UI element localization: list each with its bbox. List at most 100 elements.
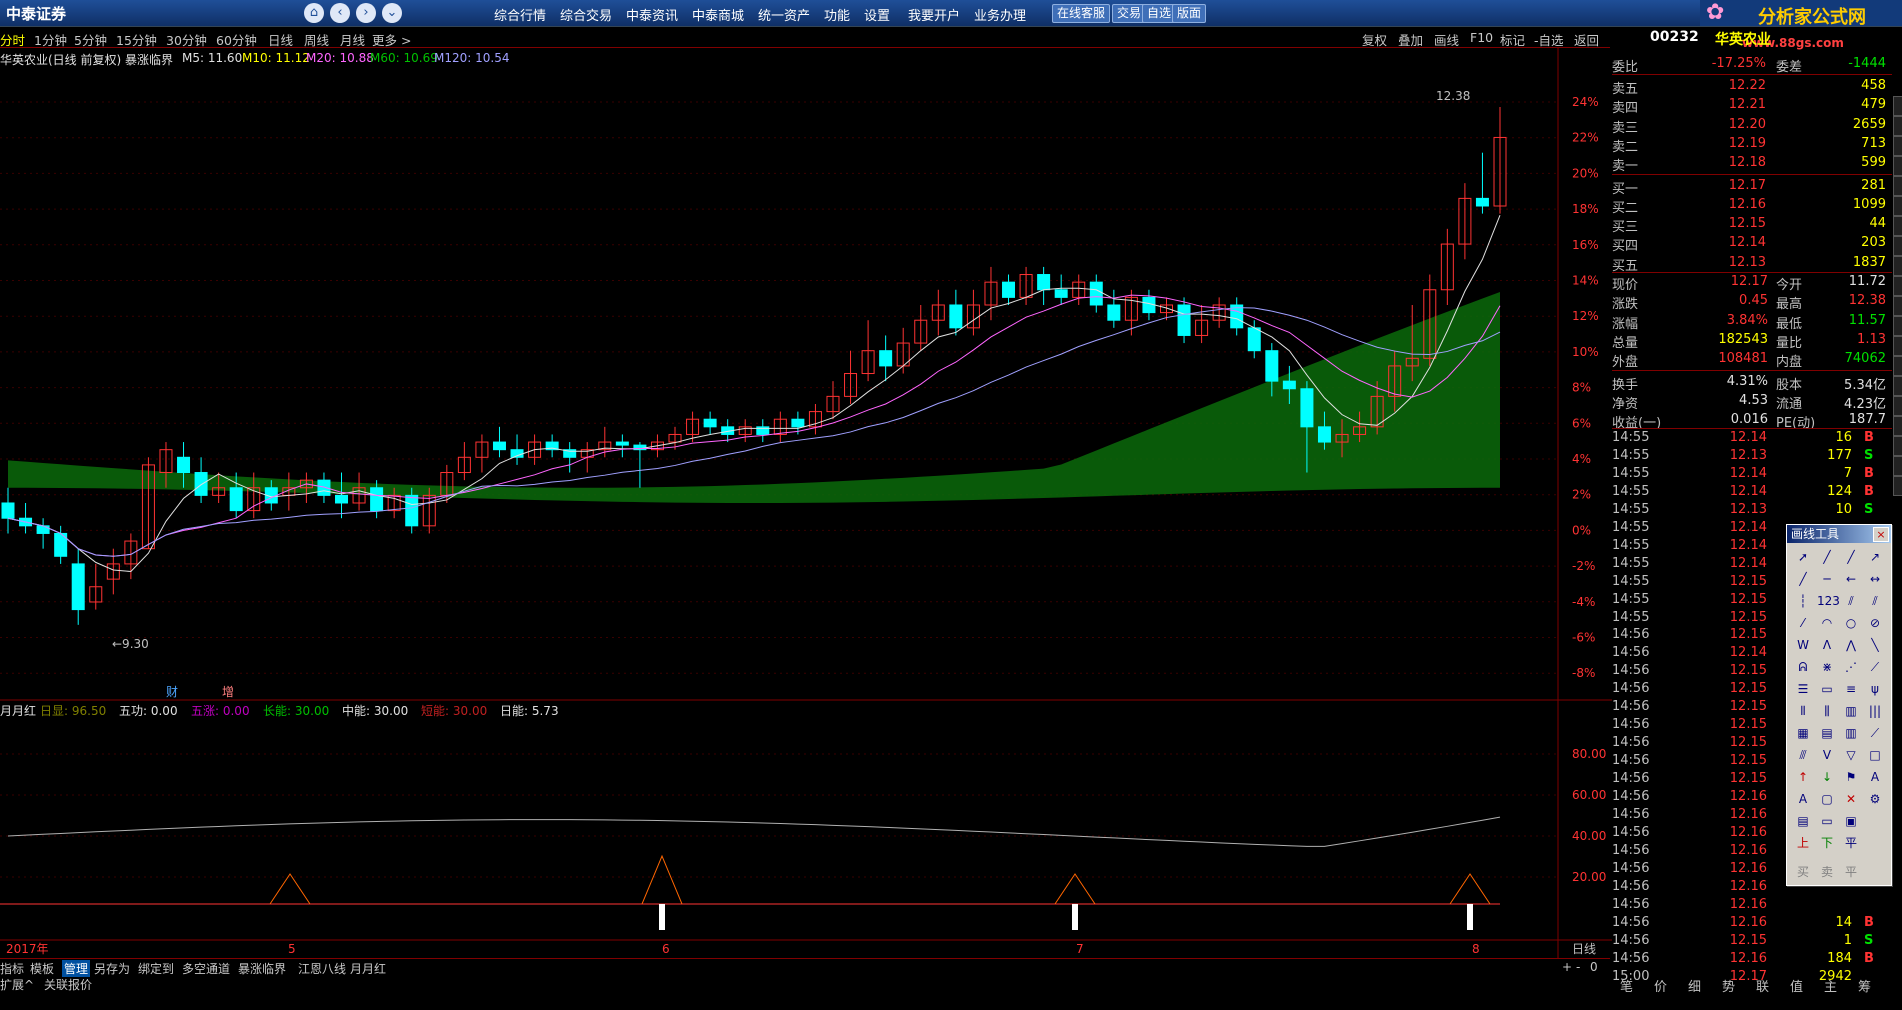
chart-tool-button[interactable]: 复权 xyxy=(1362,30,1387,49)
side-button[interactable] xyxy=(1893,416,1902,436)
tick-price: 12.15 xyxy=(1729,591,1767,607)
date-axis-label: 5 xyxy=(288,942,296,956)
right-tab[interactable]: 价 xyxy=(1654,976,1667,995)
indicator-tab[interactable]: 月月红 xyxy=(350,960,386,977)
indicator-tab[interactable]: 暴涨临界 xyxy=(238,960,286,977)
dropdown-icon[interactable]: ⌄ xyxy=(382,3,402,23)
side-button[interactable] xyxy=(1893,236,1902,256)
side-button[interactable] xyxy=(1893,196,1902,216)
side-button[interactable] xyxy=(1893,116,1902,136)
period-tab[interactable]: 60分钟 xyxy=(216,30,257,49)
right-tab[interactable]: 势 xyxy=(1722,976,1735,995)
indicator-tab[interactable]: 多空通道 xyxy=(182,960,230,977)
side-button[interactable] xyxy=(1893,96,1902,116)
right-tab[interactable]: 主 xyxy=(1824,976,1837,995)
period-tab[interactable]: 周线 xyxy=(304,30,329,49)
indicator-tab[interactable]: 指标 xyxy=(0,960,24,977)
chart-tool-button[interactable]: 叠加 xyxy=(1398,30,1423,49)
price-axis-label: -8% xyxy=(1572,666,1595,680)
chart-tool-button[interactable]: 画线 xyxy=(1434,30,1459,49)
increase-marker: 增 xyxy=(222,685,234,699)
period-tab[interactable]: 30分钟 xyxy=(166,30,207,49)
menu-item[interactable]: 中泰资讯 xyxy=(626,5,678,24)
right-tab[interactable]: 值 xyxy=(1790,976,1803,995)
right-tab[interactable]: 细 xyxy=(1688,976,1701,995)
period-tab[interactable]: 更多 > xyxy=(372,30,411,49)
side-button[interactable] xyxy=(1893,456,1902,476)
menu-item[interactable]: 统一资产 xyxy=(758,5,810,24)
menu-item[interactable]: 我要开户 xyxy=(908,5,960,24)
forward-icon[interactable]: › xyxy=(356,3,376,23)
menu-item[interactable]: 中泰商城 xyxy=(692,5,744,24)
side-button[interactable] xyxy=(1893,436,1902,456)
pill-layout[interactable]: 版面 xyxy=(1172,4,1207,23)
side-button[interactable] xyxy=(1893,296,1902,316)
side-button[interactable] xyxy=(1893,476,1902,496)
right-tab[interactable]: 联 xyxy=(1756,976,1769,995)
menu-item[interactable]: 综合交易 xyxy=(560,5,612,24)
tick-price: 12.15 xyxy=(1729,717,1767,733)
side-button[interactable] xyxy=(1893,176,1902,196)
side-button[interactable] xyxy=(1893,136,1902,156)
period-tab[interactable]: 分时 xyxy=(0,30,25,49)
period-tab[interactable]: 月线 xyxy=(340,30,365,49)
side-button[interactable] xyxy=(1893,356,1902,376)
candle-body xyxy=(949,304,963,329)
back-icon[interactable]: ‹ xyxy=(330,3,350,23)
indicator-tab[interactable]: 管理 xyxy=(62,960,91,977)
chart-tool-button[interactable]: F10 xyxy=(1470,30,1493,45)
signal-bar xyxy=(1072,904,1078,930)
side-button[interactable] xyxy=(1893,156,1902,176)
period-tab[interactable]: 1分钟 xyxy=(34,30,67,49)
side-button[interactable] xyxy=(1893,396,1902,416)
side-button[interactable] xyxy=(1893,336,1902,356)
related-quote-tab[interactable]: 关联报价 xyxy=(44,976,92,993)
pill-service[interactable]: 在线客服 xyxy=(1052,4,1111,23)
right-tab[interactable]: 笔 xyxy=(1620,976,1633,995)
expand-tab[interactable]: 扩展^ xyxy=(0,976,34,993)
indicator-tab[interactable]: 模板 xyxy=(30,960,54,977)
tick-time: 14:55 xyxy=(1612,555,1650,571)
side-button[interactable] xyxy=(1893,216,1902,236)
menu-item[interactable]: 业务办理 xyxy=(974,5,1026,24)
order-book-label: 卖五 xyxy=(1612,82,1639,97)
menu-item[interactable]: 综合行情 xyxy=(494,5,546,24)
candle-body xyxy=(1177,304,1191,336)
home-icon[interactable]: ⌂ xyxy=(304,3,324,23)
kline-chart[interactable]: 24% 22% 20% 18% 16% 14% 12% 10% 8% 6% 4% 2% 0% -2% -4%… xyxy=(0,48,1612,958)
tick-price: 12.14 xyxy=(1729,430,1767,445)
chart-tool-button[interactable]: 返回 xyxy=(1574,30,1599,49)
indicator-tab[interactable]: 另存为 xyxy=(94,960,130,977)
pill-trade[interactable]: 交易 xyxy=(1112,4,1147,23)
signal-peak xyxy=(641,854,683,905)
tick-time: 14:56 xyxy=(1612,824,1650,840)
menu-item[interactable]: 设置 xyxy=(864,5,890,24)
period-tab[interactable]: 5分钟 xyxy=(74,30,107,49)
pill-watchlist[interactable]: 自选 xyxy=(1142,4,1177,23)
tick-price: 12.15 xyxy=(1729,699,1767,715)
side-button[interactable] xyxy=(1893,256,1902,276)
tick-row: 14:55 12.14 16 B xyxy=(1612,430,1892,448)
scale-control[interactable]: - xyxy=(1576,960,1580,974)
stat-label: 最低 xyxy=(1776,316,1803,332)
period-tab[interactable]: 15分钟 xyxy=(116,30,157,49)
side-button[interactable] xyxy=(1893,376,1902,396)
side-button[interactable] xyxy=(1893,316,1902,336)
chart-tool-button[interactable]: -自选 xyxy=(1534,30,1564,49)
period-tab[interactable]: 日线 xyxy=(268,30,293,49)
tick-time: 14:56 xyxy=(1612,699,1650,715)
tick-price: 12.16 xyxy=(1729,824,1767,840)
indicator-tab[interactable]: 江恩八线 xyxy=(298,960,346,977)
chart-tool-button[interactable]: 标记 xyxy=(1500,30,1525,49)
stock-code: 00232 xyxy=(1650,29,1699,45)
menu-item[interactable]: 功能 xyxy=(824,5,850,24)
stat-label: 今开 xyxy=(1776,278,1803,293)
tick-price: 12.16 xyxy=(1729,878,1767,894)
tick-direction: B xyxy=(1864,430,1874,445)
scale-control[interactable]: 0 xyxy=(1590,960,1598,974)
scale-control[interactable]: + xyxy=(1562,960,1572,974)
indicator-tab[interactable]: 绑定到 xyxy=(138,960,174,977)
right-tab[interactable]: 筹 xyxy=(1858,976,1871,995)
side-button[interactable] xyxy=(1893,276,1902,296)
tick-volume: 184 xyxy=(1827,950,1852,966)
